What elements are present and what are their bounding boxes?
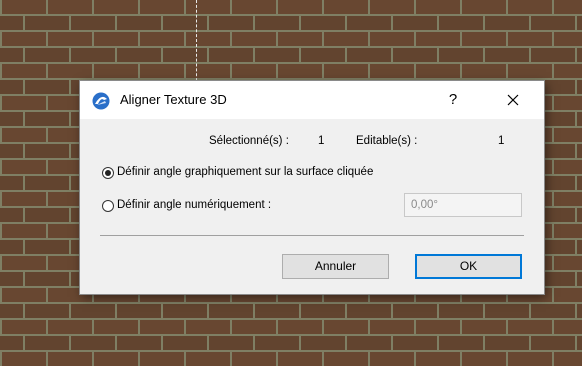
option-numeric-label: Définir angle numériquement : <box>117 199 272 211</box>
option-numeric-radio[interactable] <box>102 200 114 212</box>
help-button[interactable]: ? <box>436 87 470 113</box>
selected-label: Sélectionné(s) : <box>209 135 289 147</box>
selection-guide-line <box>196 0 197 86</box>
option-graphic-label: Définir angle graphiquement sur la surfa… <box>117 166 374 178</box>
editable-count: 1 <box>498 135 505 147</box>
angle-input[interactable] <box>404 193 522 217</box>
ok-button[interactable]: OK <box>415 254 522 279</box>
close-button[interactable] <box>496 87 530 113</box>
dialog-divider <box>100 235 524 236</box>
dialog-title: Aligner Texture 3D <box>120 92 227 107</box>
viewport-3d[interactable]: Aligner Texture 3D ? Sélectionné(s) : 1 … <box>0 0 582 366</box>
option-graphic-radio[interactable] <box>102 167 114 179</box>
align-texture-dialog: Aligner Texture 3D ? Sélectionné(s) : 1 … <box>80 81 544 294</box>
selected-count: 1 <box>318 135 325 147</box>
archicad-app-icon <box>92 92 110 110</box>
cancel-button[interactable]: Annuler <box>282 254 389 279</box>
editable-label: Editable(s) : <box>356 135 418 147</box>
close-icon <box>507 94 519 106</box>
dialog-titlebar[interactable]: Aligner Texture 3D ? <box>80 81 544 119</box>
